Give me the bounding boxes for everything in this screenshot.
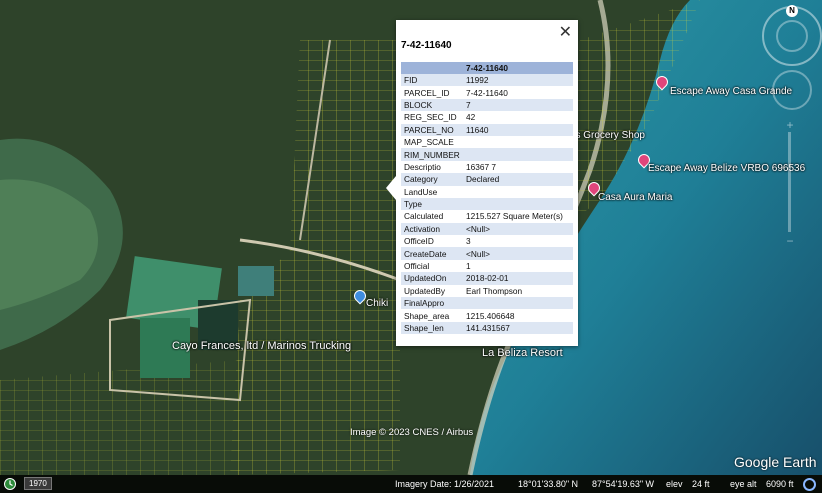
attribute-key: Category (401, 173, 463, 186)
attribute-value: 16367 7 (466, 161, 496, 172)
look-joystick[interactable] (772, 70, 812, 110)
attribute-key: BLOCK (401, 98, 463, 112)
attribute-value (463, 148, 573, 161)
attribute-row: BLOCK 7 (401, 98, 573, 112)
popup-pointer (386, 176, 396, 200)
attribute-value: 7-42-11640 (466, 87, 508, 98)
attribute-key: REG_SEC_ID (404, 112, 457, 123)
attribute-key: LandUse (404, 186, 438, 197)
attribute-table: 7-42-11640 FID 11992 PARCEL_ID 7-42-11640 BL… (401, 62, 573, 335)
attribute-value: 42 (466, 112, 476, 123)
attribute-key: Calculated (404, 211, 444, 222)
place-label-cayo-frances[interactable]: Cayo Frances, ltd / Marinos Trucking (172, 340, 351, 352)
attribute-table-header: 7-42-11640 (401, 62, 573, 74)
attribute-value: Declared (463, 173, 573, 186)
attribute-value: 7 (463, 98, 573, 112)
place-label-casa-aura[interactable]: Casa Aura Maria (598, 192, 672, 203)
attribute-row: REG_SEC_ID 42 (401, 111, 573, 123)
attribute-row: OfficeID 3 (401, 235, 573, 247)
attribute-row: MAP_SCALE (401, 136, 573, 148)
historical-imagery-icon[interactable] (3, 477, 17, 491)
tour-icon[interactable] (803, 478, 816, 491)
attribute-value: 11992 (463, 74, 573, 87)
zoom-out-icon[interactable]: − (782, 234, 798, 248)
compass-ring (776, 20, 808, 52)
attribute-row: FID 11992 (401, 74, 573, 87)
attribute-key: PARCEL_NO (401, 123, 463, 136)
attribute-key: UpdatedBy (404, 285, 446, 296)
zoom-track[interactable] (788, 132, 791, 232)
attribute-key: Official (404, 261, 430, 272)
attribute-value (463, 197, 573, 211)
attribute-row: Shape_area 1215.406648 (401, 309, 573, 321)
historical-year-badge[interactable]: 1970 (24, 477, 52, 490)
attribute-value: <Null> (463, 247, 573, 260)
attribute-row: UpdatedOn 2018-02-01 (401, 272, 573, 285)
attribute-row: Official 1 (401, 260, 573, 272)
attribute-value: 141.431567 (463, 321, 573, 335)
attribute-key: Activation (401, 222, 463, 236)
attribute-key: Shape_area (404, 310, 450, 321)
place-label-chiki[interactable]: Chiki (366, 298, 388, 309)
attribute-value: 2018-02-01 (463, 272, 573, 285)
close-icon[interactable]: ✕ (559, 22, 572, 42)
attribute-row: PARCEL_NO 11640 (401, 123, 573, 136)
attribute-value: 1215.527 Square Meter(s) (466, 211, 563, 222)
attribute-row: Shape_len 141.431567 (401, 321, 573, 335)
elevation-label: elev (666, 479, 683, 489)
longitude: 87°54'19.63" W (592, 479, 655, 489)
zoom-slider[interactable]: + − (786, 118, 794, 248)
place-label-grocery[interactable]: o's Grocery Shop (568, 130, 645, 141)
place-label-vrbo[interactable]: Escape Away Belize VRBO 696536 (648, 163, 805, 174)
attribute-key: RIM_NUMBER (401, 148, 463, 161)
eye-altitude-value: 6090 ft (766, 479, 794, 489)
attribute-value (463, 186, 573, 198)
attribute-value: 11640 (463, 123, 573, 136)
attribute-key: MAP_SCALE (404, 137, 454, 148)
place-label-la-beliza[interactable]: La Beliza Resort (482, 347, 563, 359)
imagery-copyright: Image © 2023 CNES / Airbus (350, 427, 474, 438)
status-bar: 1970 Imagery Date: 1/26/2021 18°01'33.80… (0, 475, 822, 493)
zoom-in-icon[interactable]: + (782, 118, 798, 132)
attribute-row: Descriptio 16367 7 (401, 161, 573, 173)
parcel-info-popup: ✕ 7-42-11640 7-42-11640 FID 11992 PARCEL_I… (386, 20, 578, 346)
attribute-key: Descriptio (404, 161, 441, 172)
attribute-row: CreateDate <Null> (401, 247, 573, 260)
attribute-value (463, 297, 573, 310)
attribute-value: Earl Thompson (466, 285, 523, 296)
attribute-value: <Null> (463, 222, 573, 236)
attribute-row: PARCEL_ID 7-42-11640 (401, 86, 573, 98)
attribute-key: Type (401, 197, 463, 211)
attribute-key: PARCEL_ID (404, 87, 450, 98)
google-earth-logo: Google Earth (734, 454, 817, 470)
attribute-row: Activation <Null> (401, 222, 573, 236)
attribute-row: LandUse (401, 186, 573, 198)
attribute-value: 1 (466, 261, 471, 272)
attribute-value: 3 (466, 236, 471, 247)
north-indicator[interactable]: N (786, 5, 798, 17)
elevation-value: 24 ft (692, 479, 710, 489)
attribute-row: RIM_NUMBER (401, 148, 573, 161)
attribute-key: UpdatedOn (401, 272, 463, 285)
imagery-date: Imagery Date: 1/26/2021 (395, 479, 495, 489)
attribute-row: Calculated 1215.527 Square Meter(s) (401, 210, 573, 222)
attribute-row: UpdatedBy Earl Thompson (401, 285, 573, 297)
attribute-key: OfficeID (404, 236, 434, 247)
attribute-row: Category Declared (401, 173, 573, 186)
compass-control[interactable]: N (762, 5, 822, 66)
attribute-row: Type (401, 197, 573, 211)
attribute-row: FinalAppro (401, 297, 573, 310)
latitude: 18°01'33.80" N (518, 479, 579, 489)
attribute-key: Shape_len (401, 321, 463, 335)
attribute-key: FinalAppro (401, 297, 463, 310)
attribute-value: 1215.406648 (466, 310, 515, 321)
eye-altitude-label: eye alt (730, 479, 757, 489)
attribute-key: CreateDate (401, 247, 463, 260)
attribute-key: FID (401, 74, 463, 87)
attribute-value (463, 136, 573, 148)
popup-title: 7-42-11640 (401, 40, 452, 51)
